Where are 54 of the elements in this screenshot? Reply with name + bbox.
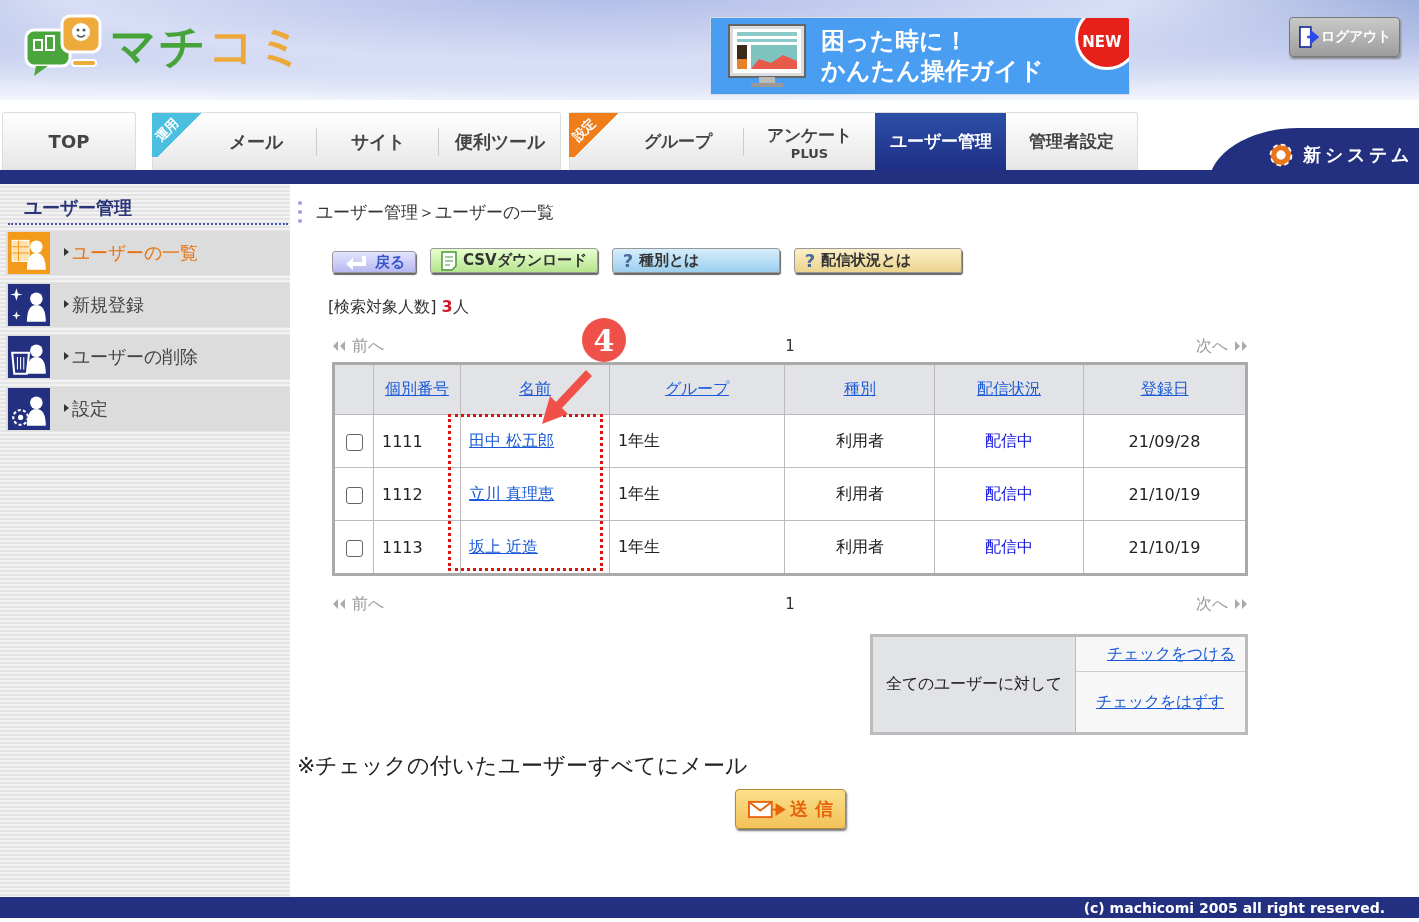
table-cell: 利用者 (784, 414, 935, 468)
result-count: [検索対象人数] 3人 (328, 297, 470, 318)
nav-tab[interactable]: 便利ツール (439, 113, 560, 170)
csv-download-button[interactable]: CSVダウンロード (430, 248, 598, 273)
column-header-link[interactable]: 種別 (843, 379, 876, 398)
door-exit-icon (1298, 26, 1319, 48)
table-cell: 配信中 (934, 414, 1084, 468)
copyright-text: (c) machicomi 2005 all right reserved. (1083, 899, 1385, 916)
mail-send-icon (748, 799, 787, 819)
sidebar-item[interactable]: 新規登録 (6, 283, 290, 327)
table-cell: 全てのユーザーに対して (871, 635, 1076, 734)
page-number: 1 (785, 337, 795, 355)
back-button[interactable]: 戻る (332, 251, 416, 273)
help-button[interactable]: ? 種別とは (611, 248, 780, 273)
table-cell: 1112 (373, 467, 461, 521)
table-cell: 配信中 (934, 467, 1084, 521)
nav-tab[interactable]: TOP (3, 113, 135, 170)
nav-tab[interactable]: 管理者設定 (1006, 113, 1137, 170)
page-number: 1 (785, 595, 795, 613)
nav-tab[interactable]: サイト (317, 113, 438, 170)
new-badge: NEW (1075, 18, 1129, 70)
double-left-icon (332, 340, 348, 352)
row-checkbox[interactable] (345, 539, 363, 557)
table-person-icon (8, 232, 50, 274)
trash-person-icon (8, 336, 50, 378)
row-checkbox[interactable] (345, 486, 363, 504)
monitor-icon (727, 23, 807, 89)
sidebar-heading: ユーザー管理 (8, 194, 288, 225)
column-header-link[interactable]: グループ (665, 379, 729, 398)
person-sparkle-icon (8, 284, 50, 326)
sidebar-item[interactable]: 設定 (6, 387, 290, 431)
table-cell: 1111 (373, 414, 461, 468)
help-button[interactable]: ? 配信状況とは (793, 248, 962, 273)
gear-person-icon (8, 388, 50, 430)
mail-note: ※チェックの付いたユーザーすべてにメール (297, 752, 750, 780)
row-checkbox[interactable] (345, 433, 363, 451)
table-cell: 1年生 (609, 414, 785, 468)
nav-tab[interactable]: アンケート PLUS (744, 113, 875, 170)
column-header-link[interactable]: 配信状況 (977, 379, 1041, 398)
gear-icon (1267, 141, 1295, 169)
guide-banner[interactable]: 困った時に！ かんたん操作ガイド NEW (710, 17, 1130, 95)
sidebar-item[interactable]: ユーザーの削除 (6, 335, 290, 379)
table-cell: 1年生 (609, 467, 785, 521)
user-name-link[interactable]: 坂上 近造 (469, 536, 539, 556)
document-icon (441, 250, 457, 271)
double-right-icon (1232, 598, 1248, 610)
breadcrumb: ユーザー管理＞ユーザーの一覧 (298, 201, 1419, 223)
table-cell: 利用者 (784, 467, 935, 521)
column-header-link[interactable]: 登録日 (1140, 379, 1189, 398)
step-number-badge: 4 (582, 318, 626, 362)
double-right-icon (1232, 340, 1248, 352)
nav-tab[interactable]: ユーザー管理 (875, 113, 1006, 170)
column-header-link[interactable]: 名前 (519, 379, 551, 398)
double-left-icon (332, 598, 348, 610)
